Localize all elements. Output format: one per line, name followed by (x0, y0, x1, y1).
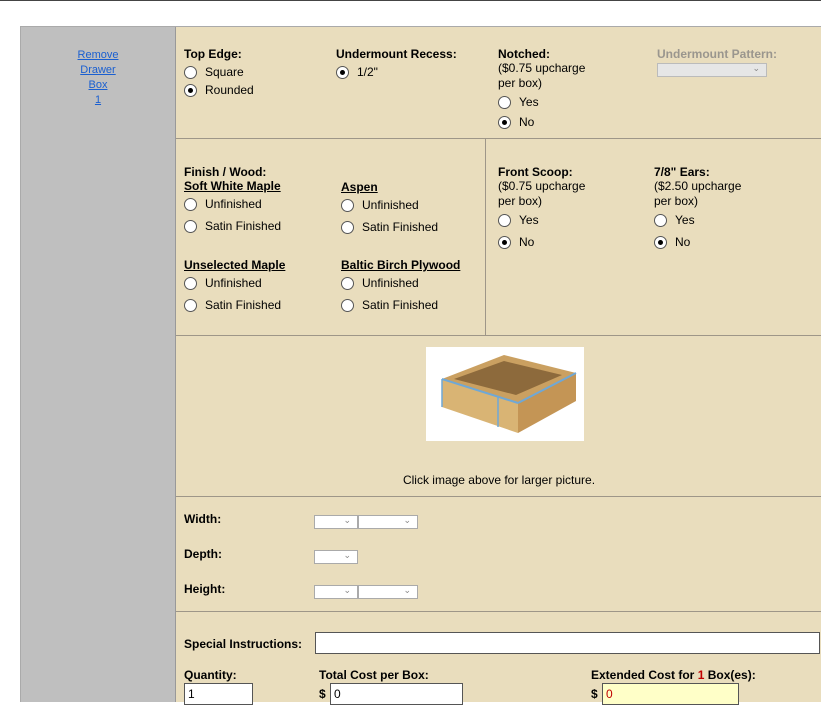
chevron-down-icon: ⌄ (403, 515, 411, 525)
section-divider (485, 138, 486, 335)
quantity-input[interactable] (184, 683, 253, 705)
front-scoop-label: Front Scoop: (498, 165, 573, 179)
extended-cost-box-count: 1 (697, 668, 705, 682)
sidebar: Remove Drawer Box 1 (21, 27, 176, 702)
depth-label: Depth: (184, 547, 222, 561)
notched-upcharge-line2: per box) (498, 76, 543, 90)
radio-aspen-satin[interactable] (341, 220, 354, 234)
width-whole-select[interactable]: ⌄ (314, 515, 358, 529)
remove-link-line[interactable]: Drawer (21, 63, 175, 78)
radio-ears-yes[interactable] (654, 213, 667, 227)
remove-link-line[interactable]: Remove (21, 48, 175, 63)
radio-recess-half[interactable] (336, 65, 349, 79)
soft-maple-satin-option[interactable]: Satin Finished (184, 215, 281, 237)
baltic-birch-unfinished-option[interactable]: Unfinished (341, 272, 460, 294)
chevron-down-icon: ⌄ (343, 550, 351, 560)
quantity-label: Quantity: (184, 668, 237, 682)
radio-scoop-no[interactable] (498, 235, 511, 249)
remove-link-line[interactable]: 1 (21, 93, 175, 108)
unselected-maple-heading: Unselected Maple (184, 258, 286, 272)
aspen-heading: Aspen (341, 180, 378, 194)
radio-square[interactable] (184, 65, 197, 79)
extended-cost-label: Extended Cost for 1 Box(es): (591, 668, 756, 682)
radio-soft-maple-unfinished[interactable] (184, 197, 197, 211)
radio-unselected-maple-unfinished[interactable] (184, 276, 197, 290)
image-caption: Click image above for larger picture. (402, 473, 596, 487)
top-edge-label: Top Edge: (184, 47, 242, 61)
baltic-birch-satin-option[interactable]: Satin Finished (341, 294, 460, 316)
special-instructions-label: Special Instructions: (184, 637, 303, 651)
finish-section: Finish / Wood: Soft White Maple Unfinish… (176, 138, 821, 336)
notched-no-option[interactable]: No (498, 111, 585, 133)
remove-drawer-box-link[interactable]: Remove Drawer Box 1 (21, 48, 175, 108)
drawer-box-row: Remove Drawer Box 1 Top Edge: Square Rou… (20, 26, 821, 705)
total-cost-input[interactable] (330, 683, 463, 705)
width-fraction-select[interactable]: ⌄ (358, 515, 418, 529)
radio-scoop-yes[interactable] (498, 213, 511, 227)
finish-wood-label: Finish / Wood: (184, 165, 267, 179)
soft-white-maple-heading: Soft White Maple (184, 179, 281, 193)
remove-link-line[interactable]: Box (21, 78, 175, 93)
drawer-box-illustration (441, 355, 577, 433)
radio-baltic-satin[interactable] (341, 298, 354, 312)
radio-aspen-unfinished[interactable] (341, 198, 354, 212)
extended-cost-input[interactable] (602, 683, 739, 705)
chevron-down-icon: ⌄ (343, 585, 351, 595)
options-panel: Top Edge: Square Rounded Undermount Rece… (176, 27, 821, 705)
baltic-birch-heading: Baltic Birch Plywood (341, 258, 461, 272)
front-scoop-upcharge-line2: per box) (498, 194, 543, 208)
radio-rounded[interactable] (184, 83, 197, 97)
depth-select[interactable]: ⌄ (314, 550, 358, 564)
front-scoop-upcharge-line1: ($0.75 upcharge (498, 179, 586, 193)
ears-upcharge-line2: per box) (654, 194, 699, 208)
radio-ears-no[interactable] (654, 235, 667, 249)
top-border (0, 0, 821, 1)
ears-upcharge-line1: ($2.50 upcharge (654, 179, 742, 193)
aspen-satin-option[interactable]: Satin Finished (341, 216, 438, 238)
undermount-pattern-label: Undermount Pattern: (657, 47, 777, 61)
chevron-down-icon: ⌄ (343, 515, 351, 525)
chevron-down-icon: ⌄ (752, 63, 760, 73)
special-instructions-input[interactable] (315, 632, 820, 654)
unselected-maple-unfinished-option[interactable]: Unfinished (184, 272, 285, 294)
height-fraction-select[interactable]: ⌄ (358, 585, 418, 599)
edge-section: Top Edge: Square Rounded Undermount Rece… (176, 27, 821, 139)
total-cost-label: Total Cost per Box: (319, 668, 429, 682)
unselected-maple-satin-option[interactable]: Satin Finished (184, 294, 285, 316)
front-scoop-no-option[interactable]: No (498, 231, 585, 253)
notched-label: Notched: (498, 47, 550, 61)
radio-notched-no[interactable] (498, 115, 511, 129)
height-whole-select[interactable]: ⌄ (314, 585, 358, 599)
extended-cost-currency: $ (591, 687, 598, 701)
radio-unselected-maple-satin[interactable] (184, 298, 197, 312)
height-label: Height: (184, 582, 226, 596)
soft-maple-unfinished-option[interactable]: Unfinished (184, 193, 281, 215)
chevron-down-icon: ⌄ (403, 585, 411, 595)
radio-notched-yes[interactable] (498, 95, 511, 109)
notched-upcharge-line1: ($0.75 upcharge (498, 61, 586, 75)
aspen-unfinished-option[interactable]: Unfinished (341, 194, 438, 216)
radio-soft-maple-satin[interactable] (184, 219, 197, 233)
radio-baltic-unfinished[interactable] (341, 276, 354, 290)
notched-yes-option[interactable]: Yes (498, 91, 585, 113)
front-scoop-yes-option[interactable]: Yes (498, 209, 585, 231)
total-cost-currency: $ (319, 687, 326, 701)
ears-yes-option[interactable]: Yes (654, 209, 741, 231)
recess-half-inch-option[interactable]: 1/2" (336, 61, 457, 83)
top-edge-rounded-option[interactable]: Rounded (184, 79, 254, 101)
dimensions-section (176, 496, 821, 612)
width-label: Width: (184, 512, 222, 526)
undermount-pattern-select[interactable]: ⌄ (657, 63, 767, 77)
drawer-box-image[interactable] (426, 347, 584, 441)
undermount-recess-label: Undermount Recess: (336, 47, 457, 61)
ears-no-option[interactable]: No (654, 231, 741, 253)
ears-label: 7/8" Ears: (654, 165, 710, 179)
